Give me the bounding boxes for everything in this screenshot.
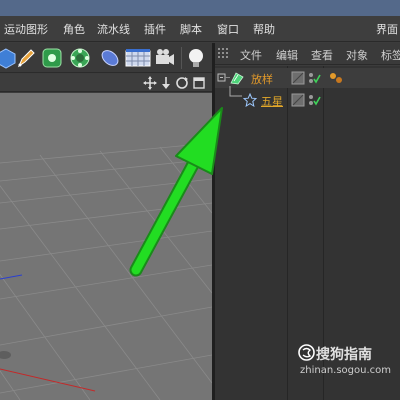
viewport-header <box>0 74 212 92</box>
menu-help[interactable]: 帮助 <box>253 21 275 37</box>
layer-icon[interactable] <box>291 71 305 85</box>
om-menu-object[interactable]: 对象 <box>346 47 368 63</box>
gear-green-icon[interactable] <box>40 46 64 70</box>
visibility-dots-icon[interactable] <box>307 93 321 107</box>
menu-character[interactable]: 角色 <box>63 21 85 37</box>
star-icon <box>243 93 257 107</box>
om-menu-file[interactable]: 文件 <box>240 47 262 63</box>
grip-icon[interactable] <box>218 48 230 60</box>
menu-script[interactable]: 脚本 <box>180 21 202 37</box>
object-manager-menubar: 文件 编辑 查看 对象 标签 <box>215 43 400 65</box>
rotate-icon[interactable] <box>175 76 189 90</box>
om-menu-tags[interactable]: 标签 <box>381 47 400 63</box>
tag-icon[interactable] <box>329 71 343 85</box>
menu-pipeline[interactable]: 流水线 <box>97 21 130 37</box>
menu-window[interactable]: 窗口 <box>217 21 239 37</box>
cog-green-icon[interactable] <box>68 46 92 70</box>
3d-viewport[interactable] <box>0 93 212 400</box>
menu-plugins[interactable]: 插件 <box>144 21 166 37</box>
light-icon[interactable] <box>184 46 208 70</box>
sogou-watermark: 搜狗指南 zhinan.sogou.com <box>296 342 396 382</box>
column-divider <box>287 66 288 400</box>
pen-icon[interactable] <box>14 46 38 70</box>
om-menu-view[interactable]: 查看 <box>311 47 333 63</box>
loft-icon <box>230 71 244 85</box>
om-menu-edit[interactable]: 编辑 <box>276 47 298 63</box>
window-title-strip <box>0 0 400 16</box>
tree-connector <box>229 86 242 97</box>
main-menubar: 运动图形 角色 流水线 插件 脚本 窗口 帮助 界面 <box>0 16 400 42</box>
menu-mograph[interactable]: 运动图形 <box>4 21 48 37</box>
floor-grid <box>0 142 212 400</box>
watermark-url: zhinan.sogou.com <box>300 365 392 376</box>
floor-icon[interactable] <box>124 46 152 70</box>
move-icon[interactable] <box>143 76 157 90</box>
sogou-logo-icon <box>298 344 315 361</box>
camera-icon[interactable] <box>153 46 177 70</box>
collapse-icon[interactable] <box>217 71 231 85</box>
object-name-loft[interactable]: 放样 <box>251 71 273 87</box>
main-toolbar <box>0 43 212 73</box>
menu-layout[interactable]: 界面 <box>376 21 398 37</box>
toolbar-separator <box>181 47 182 69</box>
layer-icon[interactable] <box>291 93 305 107</box>
object-row-star[interactable]: 五星 <box>215 86 400 110</box>
maximize-icon[interactable] <box>192 76 206 90</box>
watermark-title: 搜狗指南 <box>316 347 372 363</box>
object-row-loft[interactable]: 放样 <box>215 68 400 88</box>
capsule-icon[interactable] <box>98 46 122 70</box>
down-arrow-icon[interactable] <box>159 76 173 90</box>
object-name-star[interactable]: 五星 <box>261 93 283 109</box>
visibility-dots-icon[interactable] <box>307 71 321 85</box>
